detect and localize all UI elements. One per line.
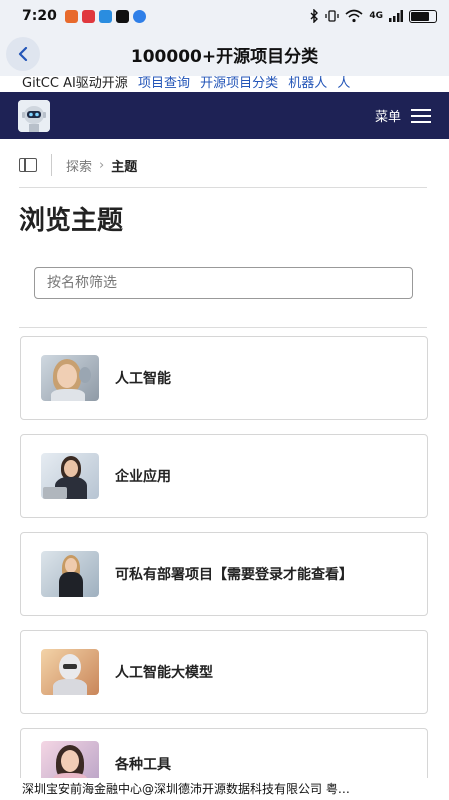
site-header: 菜单	[0, 92, 449, 139]
page-heading: 浏览主题	[19, 206, 124, 236]
business-woman-laptop-thumbnail	[41, 453, 99, 499]
status-bar: 7:20 4G	[0, 0, 449, 32]
divider	[19, 187, 427, 188]
robot-logo-icon[interactable]	[18, 99, 50, 132]
topic-label: 可私有部署项目【需要登录才能查看】	[115, 567, 353, 583]
topic-label: 人工智能	[115, 371, 171, 387]
topic-label: 人工智能大模型	[115, 665, 213, 681]
humanoid-robot-thumbnail	[41, 649, 99, 695]
notification-app-icon	[115, 9, 129, 23]
topic-card-private-deploy[interactable]: 可私有部署项目【需要登录才能查看】	[20, 532, 428, 616]
signal-icon	[389, 10, 403, 22]
notification-app-icon	[98, 9, 112, 23]
ai-robot-woman-thumbnail	[41, 355, 99, 401]
sidebar-toggle-icon[interactable]	[19, 158, 37, 172]
status-app-icons	[64, 9, 146, 23]
ticker-link-project-categories[interactable]: 开源项目分类	[200, 76, 278, 91]
chevron-left-icon	[18, 47, 28, 61]
battery-level	[411, 11, 430, 21]
breadcrumb-separator-icon: ›	[99, 157, 105, 173]
notification-app-icon	[64, 9, 78, 23]
topic-label: 各种工具	[115, 756, 171, 773]
topic-label: 企业应用	[115, 469, 171, 485]
footer-text: 深圳宝安前海金融中心@深圳德沛开源数据科技有限公司 粤…	[0, 778, 449, 800]
menu-label: 菜单	[374, 110, 401, 125]
battery-icon	[409, 9, 437, 23]
notification-app-icon	[132, 9, 146, 23]
divider	[51, 154, 52, 176]
status-indicators: 4G	[309, 9, 437, 23]
menu-button[interactable]: 菜单	[375, 106, 431, 125]
network-type-label: 4G	[369, 11, 383, 21]
ticker-link-project-search[interactable]: 项目查询	[138, 76, 190, 91]
page-title: 100000+开源项目分类	[130, 46, 319, 67]
hamburger-icon	[411, 108, 431, 123]
vibrate-icon	[325, 10, 339, 22]
breadcrumb-explore[interactable]: 探索	[66, 156, 92, 175]
status-time: 7:20	[22, 8, 57, 24]
notification-app-icon	[81, 9, 95, 23]
title-bar: 100000+开源项目分类	[0, 32, 449, 76]
topic-card-ai[interactable]: 人工智能	[20, 336, 428, 420]
woman-in-office-thumbnail	[41, 551, 99, 597]
breadcrumb: 探索 › 主题	[19, 150, 427, 180]
back-button[interactable]	[6, 37, 40, 71]
bluetooth-icon	[310, 9, 319, 23]
filter-input[interactable]	[34, 267, 413, 299]
ticker-link-more[interactable]: 人	[337, 76, 350, 91]
ticker-bar: GitCC AI驱动开源 项目查询 开源项目分类 机器人 人	[0, 76, 449, 92]
divider	[19, 327, 427, 328]
ticker-link-robot[interactable]: 机器人	[288, 76, 327, 91]
topic-card-enterprise[interactable]: 企业应用	[20, 434, 428, 518]
topic-card-llm[interactable]: 人工智能大模型	[20, 630, 428, 714]
ticker-text: GitCC AI驱动开源	[22, 76, 128, 91]
wifi-icon	[345, 9, 363, 23]
breadcrumb-current: 主题	[111, 159, 138, 175]
